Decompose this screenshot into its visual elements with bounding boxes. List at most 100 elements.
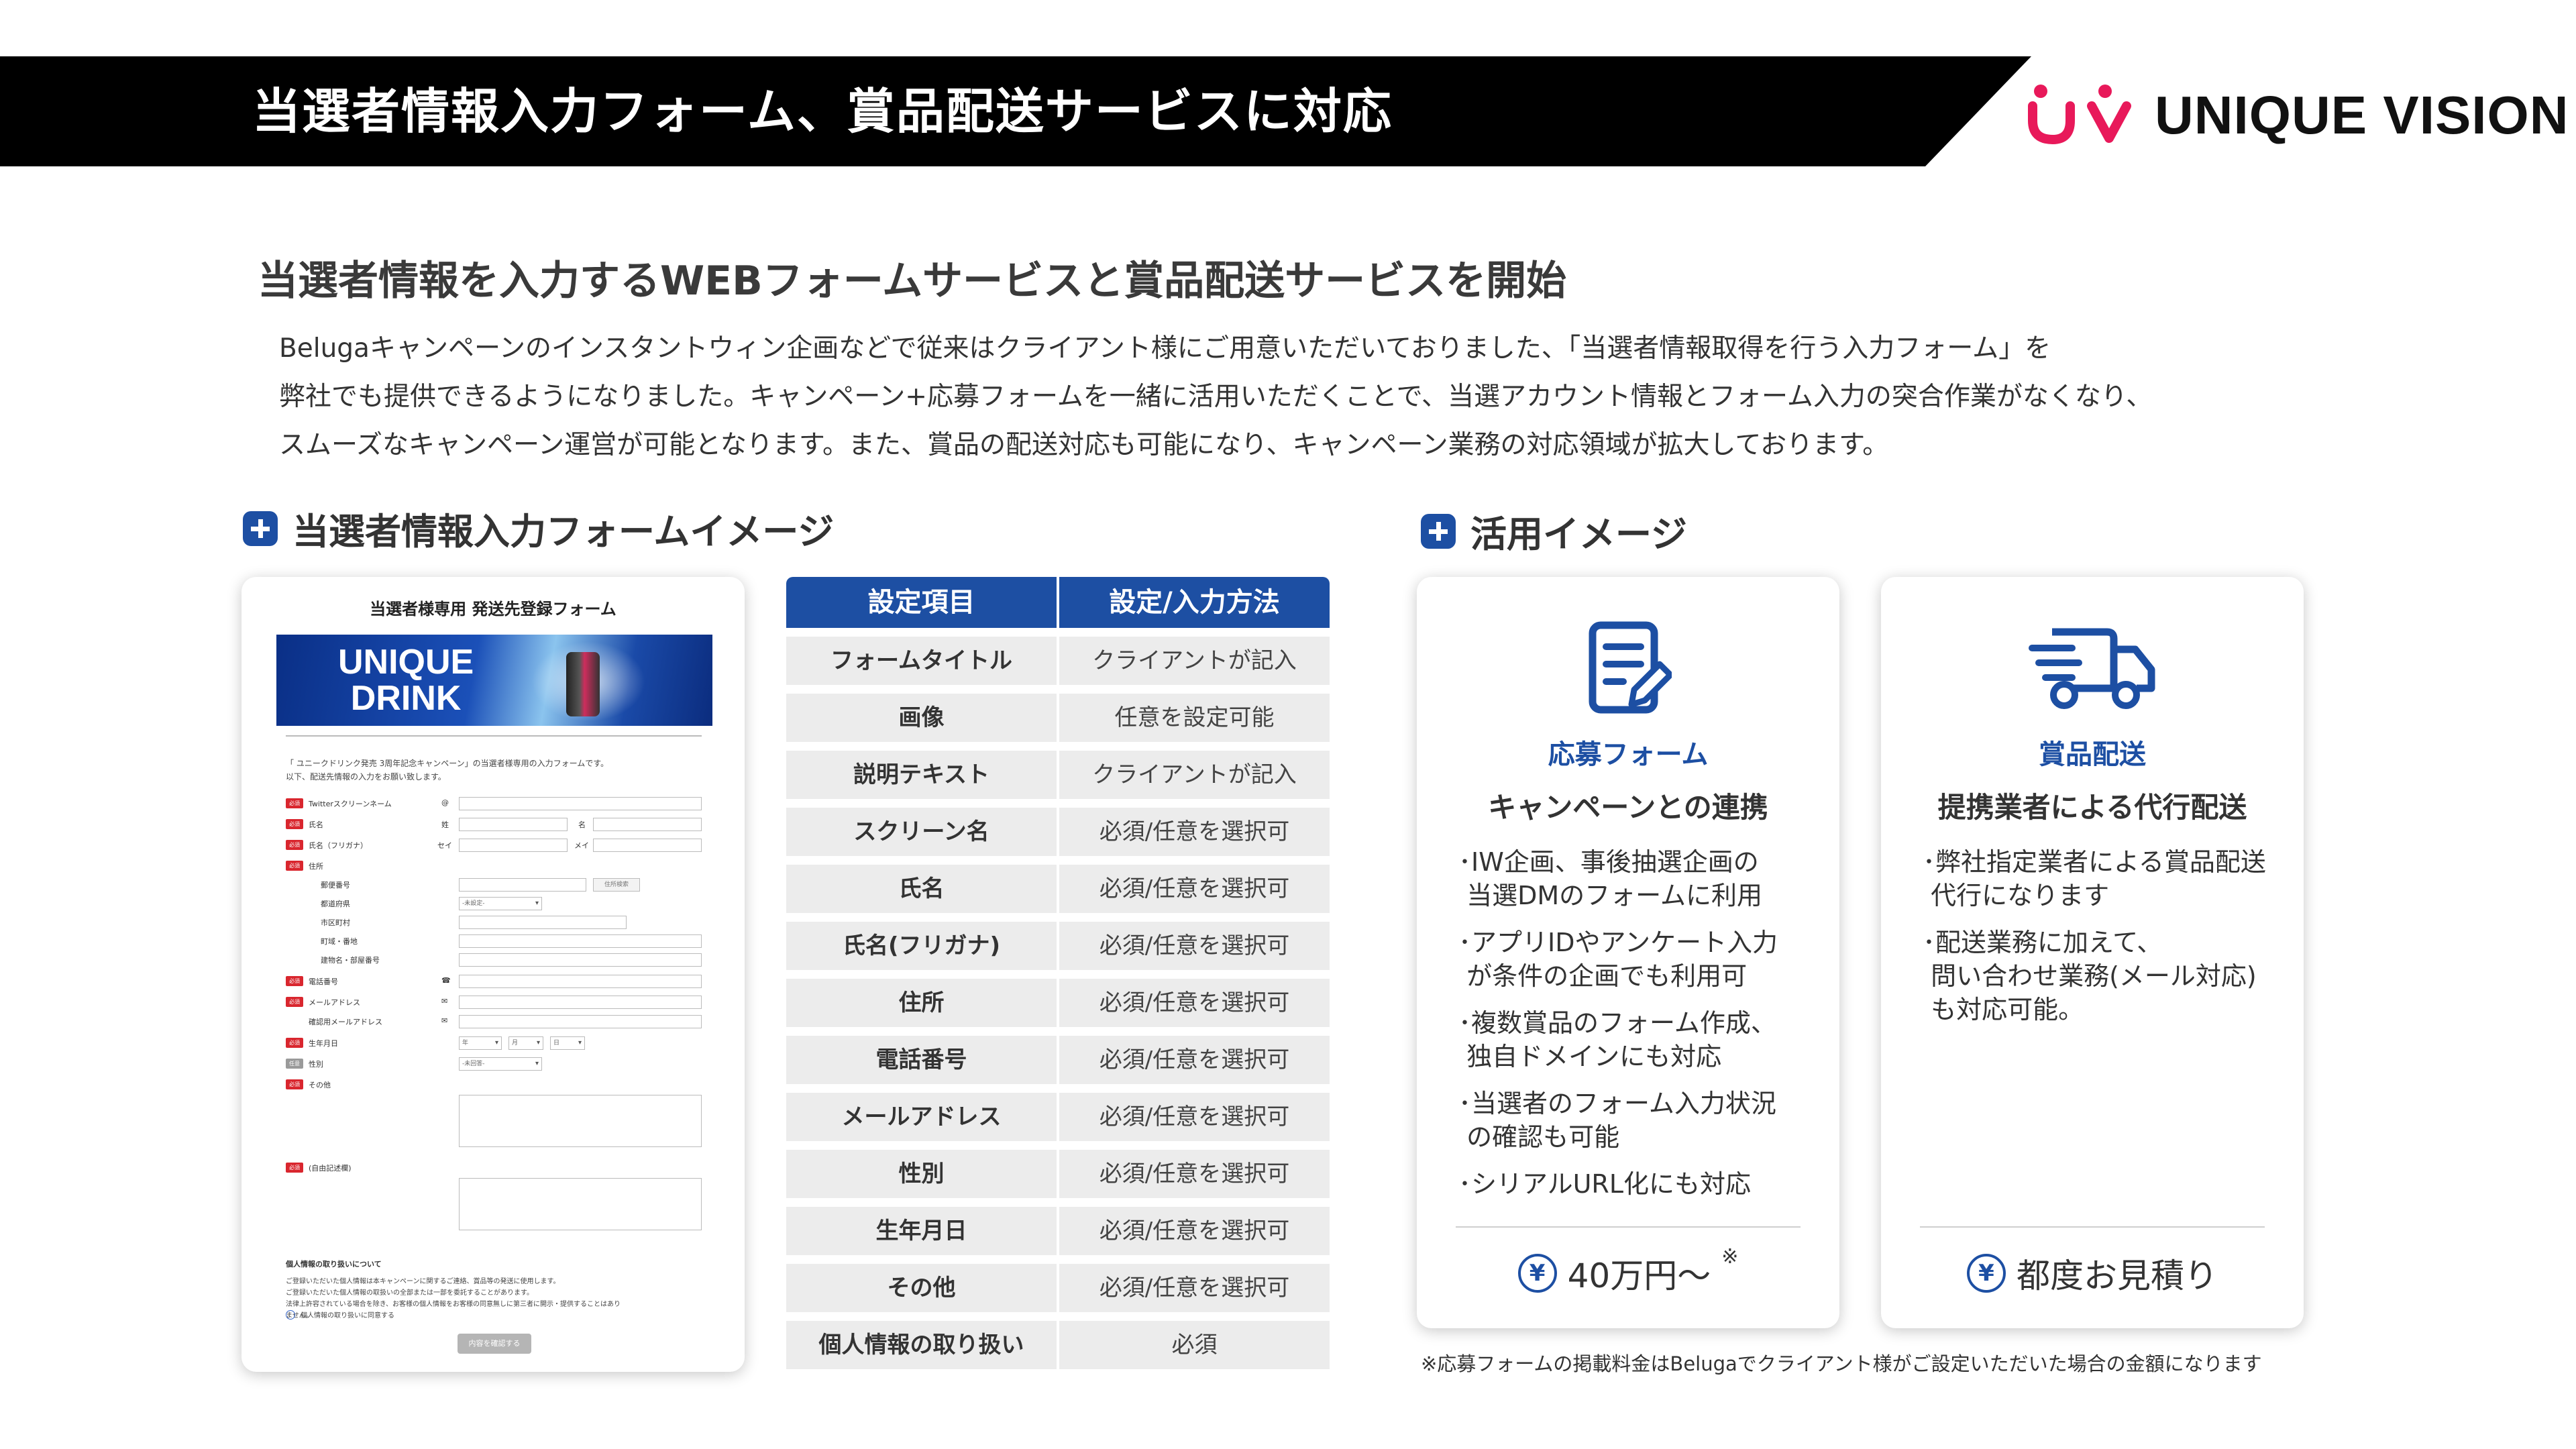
gender-select[interactable]: -未回答-	[459, 1057, 542, 1071]
table-row: 説明テキスト クライアントが記入	[786, 751, 1330, 799]
email-input[interactable]	[459, 996, 702, 1009]
table-row: スクリーン名 必須/任意を選択可	[786, 808, 1330, 856]
usage-card-points: ･弊社指定業者による賞品配送 代行になります ･配送業務に加えて、 問い合わせ業…	[1923, 845, 2285, 1040]
last-name-input[interactable]	[459, 818, 568, 831]
usage-card-price: ¥ 40万円〜 ※	[1417, 1245, 1839, 1297]
form-row-zip: 郵便番号 住所検索	[286, 876, 702, 894]
building-input[interactable]	[459, 953, 702, 967]
table-row: その他 必須/任意を選択可	[786, 1264, 1330, 1312]
form-row-pref: 都道府県 -未設定-	[286, 895, 702, 912]
table-header-cell: 設定/入力方法	[1057, 577, 1330, 628]
usage-card-delivery: 賞品配送 提携業者による代行配送 ･弊社指定業者による賞品配送 代行になります …	[1881, 577, 2304, 1328]
list-item: ･シリアルURL化にも対応	[1458, 1169, 1752, 1199]
intro-text: Belugaキャンペーンのインスタントウィン企画などで従来はクライアント様にご用…	[279, 325, 2292, 470]
main-heading: 当選者情報を入力するWEBフォームサービスと賞品配送サービスを開始	[258, 258, 1567, 305]
price-note-mark: ※	[1721, 1245, 1739, 1269]
logo-text: UNIQUE VISION	[2155, 85, 2569, 145]
form-row-other: 必須 その他	[286, 1076, 702, 1093]
other-textarea[interactable]	[459, 1095, 702, 1147]
table-header-cell: 設定項目	[786, 577, 1057, 628]
settings-table: 設定項目 設定/入力方法 フォームタイトル クライアントが記入 画像 任意を設定可能…	[786, 577, 1330, 1369]
street-input[interactable]	[459, 934, 702, 948]
birth-month-select[interactable]: 月	[508, 1036, 543, 1050]
form-row-email: 必須 メールアドレス ✉	[286, 994, 702, 1011]
section-heading-label: 活用イメージ	[1470, 513, 1687, 555]
zip-input[interactable]	[459, 878, 586, 892]
consent-checkbox[interactable]: 個人情報の取り扱いに同意する	[286, 1309, 394, 1320]
company-logo: UNIQUE VISION	[2026, 75, 2569, 156]
price-text: 都度お見積り	[2017, 1256, 2218, 1295]
list-item: ･配送業務に加えて、 問い合わせ業務(メール対応) も対応可能。	[1923, 928, 2257, 1024]
confirm-button[interactable]: 内容を確認する	[458, 1334, 531, 1354]
table-row: フォームタイトル クライアントが記入	[786, 637, 1330, 685]
plus-icon	[1421, 513, 1456, 549]
intro-line: スムーズなキャンペーン運営が可能となります。また、賞品の配送対応も可能になり、キ…	[279, 430, 1889, 460]
section-heading-usage-image: 活用イメージ	[1421, 504, 1687, 557]
divider	[1456, 1226, 1801, 1228]
required-badge: 必須	[286, 798, 303, 808]
form-icon	[1589, 621, 1672, 714]
last-name-kana-input[interactable]	[459, 839, 568, 852]
first-name-kana-input[interactable]	[593, 839, 702, 852]
privacy-heading: 個人情報の取り扱いについて	[286, 1260, 382, 1269]
usage-card-price: ¥ 都度お見積り	[1881, 1249, 2304, 1297]
yen-icon: ¥	[1967, 1254, 2006, 1293]
zip-search-button[interactable]: 住所検索	[593, 878, 640, 892]
price-text: 40万円〜	[1567, 1256, 1711, 1295]
form-row-gender: 任意 性別 -未回答-	[286, 1055, 702, 1073]
intro-line: 弊社でも提供できるようになりました。キャンペーン+応募フォームを一緒に活用いただ…	[279, 382, 2153, 412]
pref-select[interactable]: -未設定-	[459, 897, 542, 910]
list-item: ･当選者のフォーム入力状況 の確認も可能	[1458, 1089, 1776, 1152]
required-badge: 必須	[286, 976, 303, 986]
truck-icon	[2029, 628, 2155, 709]
divider	[1920, 1226, 2265, 1228]
form-row-building: 建物名・部屋番号	[286, 951, 702, 969]
required-badge: 必須	[286, 997, 303, 1007]
section-heading-label: 当選者情報入力フォームイメージ	[292, 511, 835, 553]
optional-badge: 任意	[286, 1059, 303, 1069]
yen-icon: ¥	[1517, 1254, 1557, 1293]
form-mock-lead: 「 ユニークドリンク発売 3周年記念キャンペーン」の当選者様専用の入力フォームで…	[286, 759, 609, 782]
usage-card-points: ･IW企画、事後抽選企画の 当選DMのフォームに利用 ･アプリIDやアンケート入…	[1458, 845, 1821, 1214]
form-row-name: 必須 氏名 姓 名	[286, 816, 702, 833]
first-name-input[interactable]	[593, 818, 702, 831]
required-badge: 必須	[286, 819, 303, 829]
required-badge: 必須	[286, 861, 303, 871]
usage-card-form: 応募フォーム キャンペーンとの連携 ･IW企画、事後抽選企画の 当選DMのフォー…	[1417, 577, 1839, 1328]
section-heading-form-image: 当選者情報入力フォームイメージ	[243, 502, 834, 555]
table-row: 住所 必須/任意を選択可	[786, 979, 1330, 1027]
twitter-input[interactable]	[459, 797, 702, 810]
birth-day-select[interactable]: 日	[550, 1036, 585, 1050]
list-item: ･複数賞品のフォーム作成、 独自ドメインにも対応	[1458, 1008, 1776, 1071]
table-header: 設定項目 設定/入力方法	[786, 577, 1330, 628]
free-textarea[interactable]	[459, 1178, 702, 1230]
checkbox-icon[interactable]	[286, 1309, 295, 1320]
intro-line: Belugaキャンペーンのインスタントウィン企画などで従来はクライアント様にご用…	[279, 333, 2051, 364]
mail-icon: ✉	[441, 1016, 448, 1025]
table-row: メールアドレス 必須/任意を選択可	[786, 1093, 1330, 1141]
form-row-twitter: 必須 Twitterスクリーンネーム @	[286, 795, 702, 812]
list-item: ･アプリIDやアンケート入力 が条件の企画でも利用可	[1458, 928, 1778, 991]
usage-card-name: 応募フォーム	[1548, 739, 1709, 770]
unique-vision-logo-mark-icon	[2028, 85, 2131, 145]
list-item: ･IW企画、事後抽選企画の 当選DMのフォームに利用	[1458, 847, 1762, 910]
required-badge: 必須	[286, 1163, 303, 1173]
table-row: 個人情報の取り扱い 必須	[786, 1321, 1330, 1369]
form-mock-title: 当選者様専用 発送先登録フォーム	[370, 600, 616, 619]
form-row-address: 必須 住所	[286, 857, 702, 875]
header-title: 当選者情報入力フォーム、賞品配送サービスに対応	[252, 83, 1393, 140]
plus-icon	[243, 511, 278, 546]
city-input[interactable]	[459, 916, 627, 929]
form-row-birthday: 必須 生年月日 年 月 日	[286, 1034, 702, 1052]
table-row: 性別 必須/任意を選択可	[786, 1150, 1330, 1198]
birth-year-select[interactable]: 年	[459, 1036, 502, 1050]
email-confirm-input[interactable]	[459, 1015, 702, 1028]
form-row-email-confirm: 確認用メールアドレス ✉	[286, 1013, 702, 1030]
drink-can-image	[566, 652, 600, 716]
usage-card-subtitle: 提携業者による代行配送	[1937, 791, 2247, 824]
phone-icon: ☎	[441, 976, 451, 985]
required-badge: 必須	[286, 1038, 303, 1048]
usage-card-subtitle: キャンペーンとの連携	[1488, 791, 1768, 824]
phone-input[interactable]	[459, 975, 702, 988]
form-row-city: 市区町村	[286, 914, 702, 931]
